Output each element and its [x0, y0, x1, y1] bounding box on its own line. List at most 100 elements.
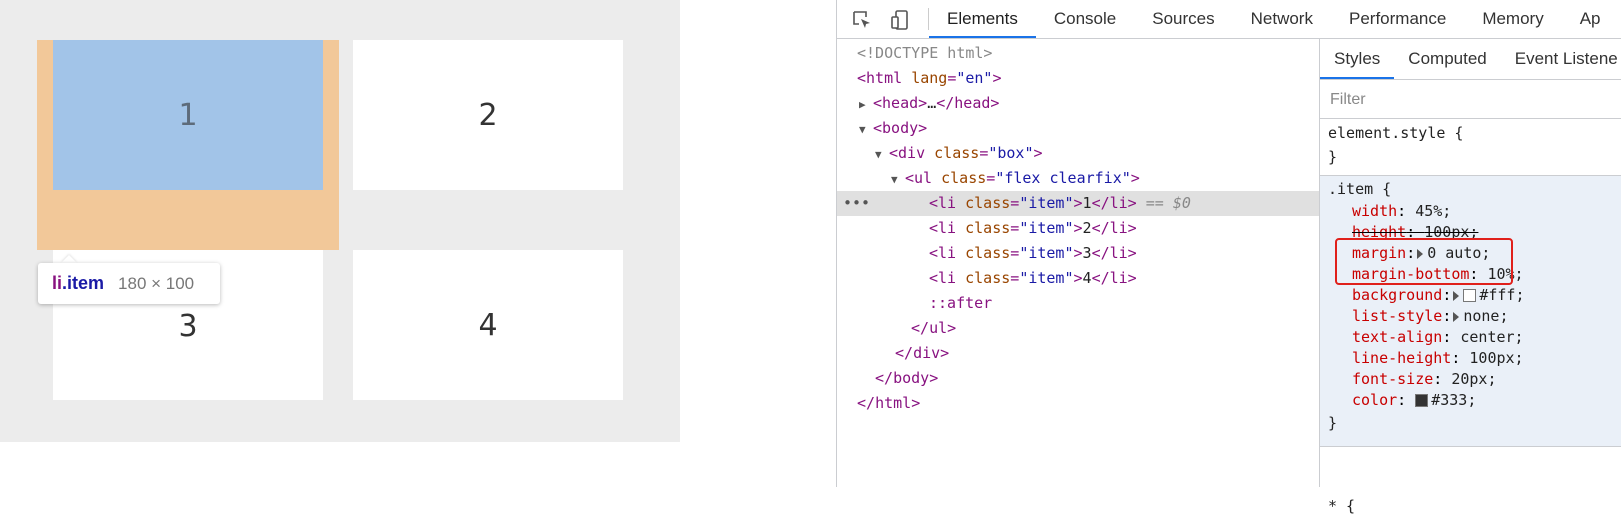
- devtools-tabs: Elements Console Sources Network Perform…: [929, 0, 1619, 38]
- tag-name: head: [954, 94, 991, 112]
- dom-close-body[interactable]: </body>: [875, 366, 938, 391]
- devtools-toolbar: Elements Console Sources Network Perform…: [837, 0, 1621, 39]
- prop-name: color: [1352, 391, 1398, 409]
- element-style-selector[interactable]: element.style {: [1328, 122, 1463, 144]
- card-label: 4: [478, 307, 498, 343]
- card-4[interactable]: 4: [353, 250, 623, 400]
- device-toolbar-icon[interactable]: [889, 9, 911, 31]
- tag-name: div: [898, 144, 926, 162]
- styles-filter: [1320, 80, 1621, 119]
- tag-name: div: [913, 344, 941, 362]
- tooltip-class: .item: [62, 273, 105, 293]
- dom-head[interactable]: ▶ <head>…</head>: [859, 91, 999, 116]
- prop-name: background: [1352, 286, 1443, 304]
- annotation-highlight-box: [1335, 238, 1513, 285]
- prop-list-style[interactable]: list-style: none;: [1352, 305, 1509, 327]
- prop-name: text-align: [1352, 328, 1443, 346]
- card-label: 2: [478, 97, 498, 133]
- prop-value[interactable]: center;: [1460, 328, 1523, 346]
- tab-performance[interactable]: Performance: [1331, 0, 1464, 38]
- prop-color[interactable]: color: #333;: [1352, 389, 1476, 411]
- dom-li-3[interactable]: <li class="item">3</li>: [929, 241, 1137, 266]
- dom-doctype[interactable]: <!DOCTYPE html>: [857, 41, 992, 66]
- prop-name: line-height: [1352, 349, 1452, 367]
- color-swatch-dark[interactable]: [1415, 394, 1429, 407]
- rule-close-brace: }: [1328, 414, 1338, 432]
- collapse-arrow-icon[interactable]: ▼: [875, 142, 889, 167]
- prop-name: width: [1352, 202, 1398, 220]
- attr-name: class: [941, 169, 987, 187]
- tag-name: ul: [914, 169, 933, 187]
- color-swatch-white[interactable]: [1463, 289, 1477, 302]
- dom-close-ul[interactable]: </ul>: [911, 316, 956, 341]
- tab-network[interactable]: Network: [1233, 0, 1331, 38]
- tag-name: html: [866, 69, 903, 87]
- li-text: 1: [1082, 194, 1092, 212]
- collapse-arrow-icon[interactable]: ▼: [859, 117, 873, 142]
- dom-close-html[interactable]: </html>: [857, 391, 920, 416]
- tab-elements[interactable]: Elements: [929, 0, 1036, 38]
- li-text: 2: [1082, 219, 1092, 237]
- tab-event-listeners[interactable]: Event Listene: [1501, 39, 1621, 79]
- prop-value[interactable]: #fff;: [1479, 286, 1524, 304]
- prop-name: list-style: [1352, 307, 1443, 325]
- tab-memory[interactable]: Memory: [1464, 0, 1561, 38]
- prop-font-size[interactable]: font-size: 20px;: [1352, 368, 1497, 390]
- dom-close-div[interactable]: </div>: [895, 341, 949, 366]
- prop-value[interactable]: 20px;: [1451, 370, 1496, 388]
- dom-html[interactable]: <html lang="en">: [857, 66, 1002, 91]
- prop-width[interactable]: width: 45%;: [1352, 200, 1451, 222]
- styles-tabs: Styles Computed Event Listene: [1320, 39, 1621, 80]
- prop-value[interactable]: 100px;: [1469, 349, 1523, 367]
- element-style-rule: element.style { }: [1320, 119, 1621, 176]
- attr-value: "box": [988, 144, 1034, 162]
- inspect-element-icon[interactable]: [851, 9, 873, 31]
- prop-text-align[interactable]: text-align: center;: [1352, 326, 1524, 348]
- collapsed-ellipsis: …: [927, 94, 937, 112]
- dom-body[interactable]: ▼ <body>: [859, 116, 927, 141]
- collapse-arrow-icon[interactable]: ▼: [891, 167, 905, 192]
- tooltip-caret: [61, 255, 77, 263]
- pseudo-text: ::after: [929, 294, 993, 312]
- card-1-highlighted[interactable]: 1: [53, 40, 323, 190]
- tab-computed[interactable]: Computed: [1394, 39, 1500, 79]
- tab-styles[interactable]: Styles: [1320, 39, 1395, 79]
- attr-name: class: [934, 144, 980, 162]
- more-options-icon[interactable]: •••: [843, 191, 870, 216]
- prop-background[interactable]: background: #fff;: [1352, 284, 1525, 306]
- prop-value[interactable]: #333;: [1431, 391, 1476, 409]
- rule-close-brace: }: [1328, 148, 1338, 166]
- dom-li-2[interactable]: <li class="item">2</li>: [929, 216, 1137, 241]
- item-css-rule: .item { width: 45%; height: 100px; margi…: [1320, 176, 1621, 447]
- attr-value: "en": [956, 69, 993, 87]
- item-selector[interactable]: .item {: [1328, 178, 1391, 200]
- tag-name: ul: [929, 319, 948, 337]
- tag-name: body: [882, 119, 919, 137]
- expand-arrow-icon[interactable]: ▶: [859, 92, 873, 117]
- inspect-tooltip: li .item 180 × 100: [38, 263, 220, 304]
- li-text: 3: [1082, 244, 1092, 262]
- expand-triangle-icon[interactable]: [1453, 311, 1460, 322]
- dom-ul-flex[interactable]: ▼ <ul class="flex clearfix">: [891, 166, 1140, 191]
- expand-triangle-icon[interactable]: [1453, 290, 1460, 301]
- universal-selector-rule[interactable]: * {: [1328, 495, 1355, 517]
- tag-name: body: [893, 369, 930, 387]
- card-label: 3: [178, 308, 198, 344]
- tab-sources[interactable]: Sources: [1134, 0, 1232, 38]
- card-label: 1: [178, 97, 198, 133]
- tag-name: html: [875, 394, 912, 412]
- tooltip-size: 180 × 100: [118, 273, 195, 293]
- tab-console[interactable]: Console: [1036, 0, 1134, 38]
- prop-value[interactable]: none;: [1463, 307, 1508, 325]
- tooltip-tag: li: [52, 273, 63, 293]
- prop-line-height[interactable]: line-height: 100px;: [1352, 347, 1524, 369]
- dom-pseudo-after[interactable]: ::after: [929, 291, 992, 316]
- card-2[interactable]: 2: [353, 40, 623, 190]
- tab-application[interactable]: Ap: [1562, 0, 1619, 38]
- prop-value[interactable]: 45%;: [1415, 202, 1451, 220]
- dom-li-1-selected[interactable]: ••• <li class="item">1</li> == $0: [837, 191, 1319, 216]
- filter-input[interactable]: [1328, 88, 1612, 112]
- dom-div-box[interactable]: ▼ <div class="box">: [875, 141, 1043, 166]
- dom-li-4[interactable]: <li class="item">4</li>: [929, 266, 1137, 291]
- li-text: 4: [1082, 269, 1092, 287]
